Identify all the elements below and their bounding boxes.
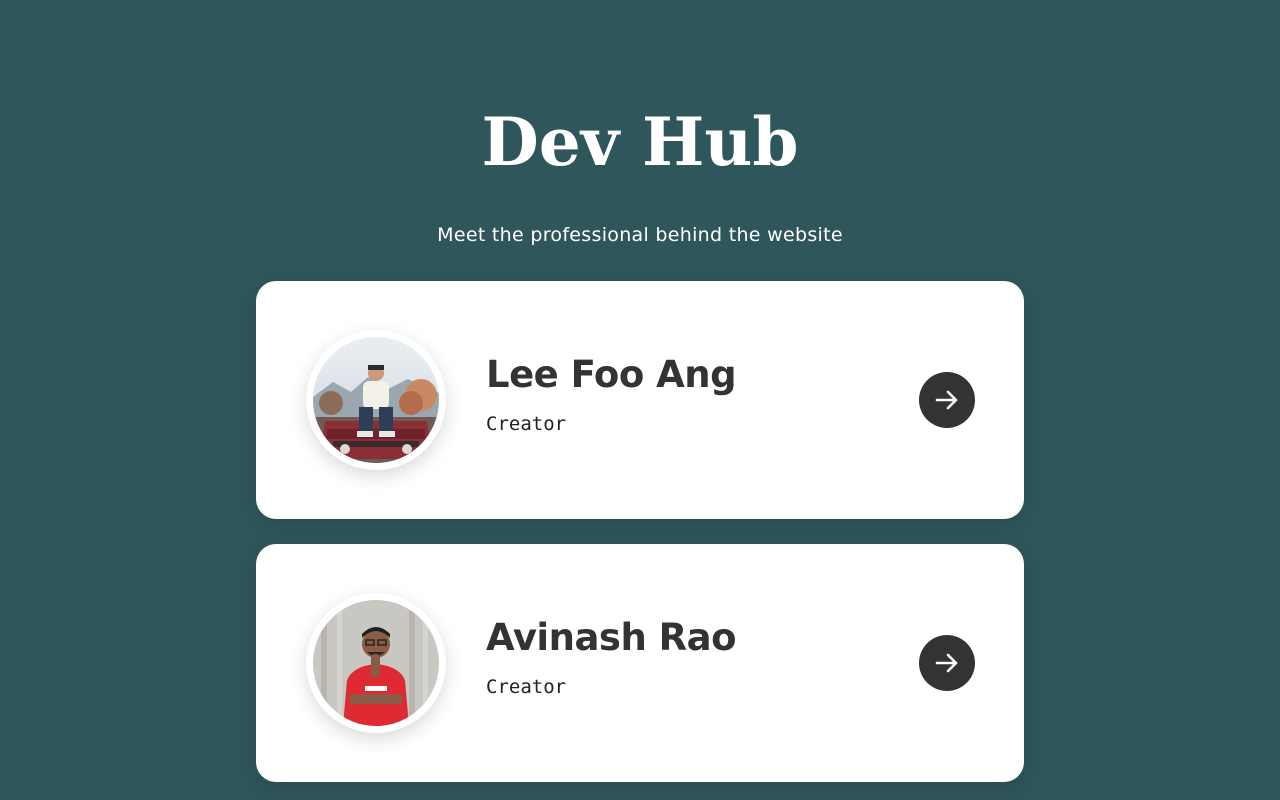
- profile-name: Lee Foo Ang: [486, 353, 737, 396]
- page-title: Dev Hub: [481, 103, 799, 181]
- view-profile-button[interactable]: [919, 372, 975, 428]
- profile-card-lee-foo-ang: Lee Foo Ang Creator: [256, 281, 1024, 519]
- arrow-right-icon: [935, 653, 958, 673]
- avatar: [306, 330, 446, 470]
- page-subtitle: Meet the professional behind the website: [437, 224, 843, 246]
- arrow-right-icon: [935, 390, 958, 410]
- profile-card-avinash-rao: Avinash Rao Creator: [256, 544, 1024, 782]
- profile-role: Creator: [486, 413, 567, 435]
- profile-name: Avinash Rao: [486, 616, 737, 659]
- avatar: [306, 593, 446, 733]
- avatar-photo-lee-foo-ang: [313, 337, 439, 463]
- view-profile-button[interactable]: [919, 635, 975, 691]
- avatar-photo-avinash-rao: [313, 600, 439, 726]
- profile-list: Lee Foo Ang Creator Avinash Rao Creator: [256, 281, 1024, 800]
- profile-role: Creator: [486, 676, 567, 698]
